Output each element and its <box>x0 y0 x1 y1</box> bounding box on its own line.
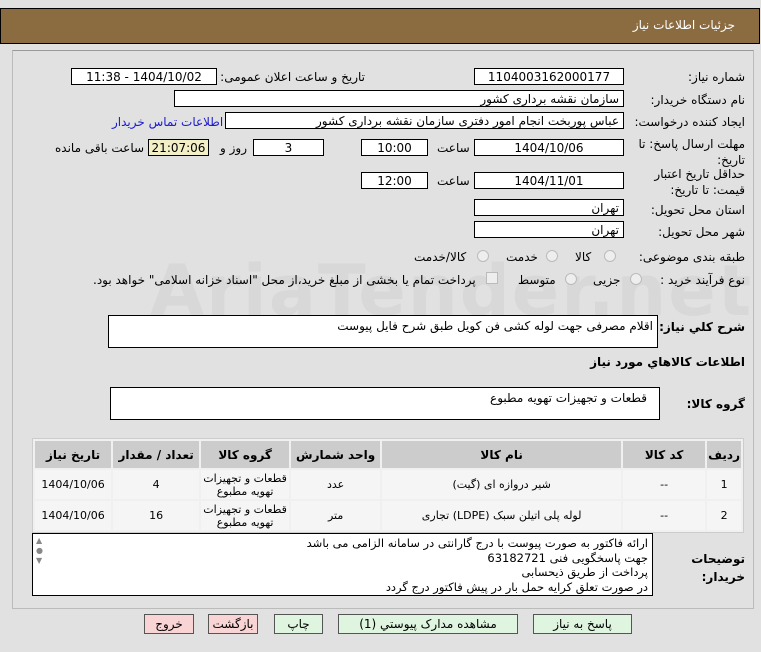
radio-jozi[interactable] <box>630 273 642 285</box>
cell: -- <box>623 501 706 530</box>
radio-khedmat-label: خدمت <box>506 250 538 264</box>
table-row: 1 -- شیر دروازه ای (گیت) عدد قطعات و تجهیزات… <box>35 470 741 499</box>
radio-khedmat[interactable] <box>546 250 558 262</box>
radio-kala-khedmat-label: کالا/خدمت <box>414 250 467 264</box>
province-field: تهران <box>474 199 624 216</box>
cell: 1404/10/06 <box>35 501 112 530</box>
contact-buyer-link[interactable]: اطلاعات تماس خریدار <box>112 115 223 129</box>
col-header: گروه کالا <box>201 441 290 468</box>
days-label: روز و <box>220 141 247 155</box>
description-label: شرح کلي نياز: <box>659 320 745 334</box>
buyer-org-label: نام دستگاه خریدار: <box>650 93 746 107</box>
province-label: استان محل تحویل: <box>650 203 745 217</box>
table-row: 2 -- لوله پلی اتیلن سبک (LDPE) تجاری متر قطع… <box>35 501 741 530</box>
cell: -- <box>623 470 706 499</box>
validity-label: حداقل تاریخ اعتبار قیمت: تا تاریخ: <box>654 167 745 197</box>
cell: 1404/10/06 <box>35 470 112 499</box>
description-textarea[interactable]: اقلام مصرفی جهت لوله کشی فن کویل طبق شرح… <box>108 315 658 348</box>
announce-label: تاریخ و ساعت اعلان عمومی: <box>220 70 365 84</box>
deadline-time-label: ساعت <box>437 141 470 155</box>
radio-jozi-label: جزیی <box>593 273 621 287</box>
col-header: تاریخ نیاز <box>35 441 112 468</box>
note-line: در صورت تعلق کرایه حمل بار در پیش فاکتور… <box>385 579 648 594</box>
table-header-row: ردیف کد کالا نام کالا واحد شمارش گروه کا… <box>35 441 741 468</box>
note-line: ارائه فاکتور به صورت پیوست با درج گارانت… <box>306 536 648 550</box>
exit-button[interactable]: خروج <box>144 614 194 634</box>
cell: 1 <box>707 470 741 499</box>
col-header: واحد شمارش <box>291 441 381 468</box>
city-label: شهر محل تحویل: <box>658 225 745 239</box>
process-label: نوع فرآیند خرید : <box>660 273 745 287</box>
note-line: جهت پاسخگویی فنی 63182721 <box>487 550 648 565</box>
days-field: 3 <box>253 139 324 156</box>
validity-date-field: 1404/11/01 <box>474 172 624 189</box>
col-header: تعداد / مقدار <box>113 441 200 468</box>
cell: 16 <box>113 501 200 530</box>
deadline-label: مهلت ارسال پاسخ: تا تاریخ: <box>638 137 745 167</box>
note-line: پرداخت از طریق ذیحسابی <box>521 565 648 579</box>
remaining-label: ساعت باقی مانده <box>55 141 145 155</box>
deadline-date-field: 1404/10/06 <box>474 139 624 156</box>
page-title: جزئیات اطلاعات نیاز <box>632 18 735 32</box>
treasury-checkbox[interactable] <box>486 272 498 284</box>
view-attachments-button[interactable]: مشاهده مدارک پیوستي (1) <box>338 614 518 634</box>
city-field: تهران <box>474 221 624 238</box>
page-header: جزئیات اطلاعات نیاز <box>0 8 760 44</box>
buyer-notes-textarea[interactable]: ارائه فاکتور به صورت پیوست با درج گارانت… <box>32 533 653 596</box>
cell: شیر دروازه ای (گیت) <box>382 470 622 499</box>
remaining-time-field: 21:07:06 <box>148 139 209 156</box>
goods-table: ردیف کد کالا نام کالا واحد شمارش گروه کا… <box>32 438 744 533</box>
cell: متر <box>291 501 381 530</box>
need-number-field: 1104003162000177 <box>474 68 624 85</box>
buyer-notes-label: توضیحات خریدار: <box>691 552 745 584</box>
deadline-time-field: 10:00 <box>361 139 428 156</box>
print-button[interactable]: چاپ <box>274 614 323 634</box>
reply-button[interactable]: پاسخ به نیاز <box>533 614 632 634</box>
category-label: طبقه بندی موضوعی: <box>638 250 745 264</box>
goods-info-title: اطلاعات کالاهاي مورد نياز <box>590 355 745 369</box>
validity-time-label: ساعت <box>437 174 470 188</box>
buyer-org-field: سازمان نقشه برداری کشور <box>174 90 624 107</box>
goods-group-textarea[interactable]: قطعات و تجهیزات تهویه مطبوع <box>110 387 660 420</box>
scrollbar[interactable]: ▲ ● ▼ <box>36 536 43 566</box>
radio-motavaset[interactable] <box>565 273 577 285</box>
radio-motavaset-label: متوسط <box>518 273 556 287</box>
goods-group-label: گروه کالا: <box>686 397 745 411</box>
cell: 4 <box>113 470 200 499</box>
need-number-label: شماره نیاز: <box>688 70 745 84</box>
cell: قطعات و تجهیزات تهویه مطبوع <box>201 470 290 499</box>
col-header: کد کالا <box>623 441 706 468</box>
cell: عدد <box>291 470 381 499</box>
col-header: نام کالا <box>382 441 622 468</box>
cell: لوله پلی اتیلن سبک (LDPE) تجاری <box>382 501 622 530</box>
validity-time-field: 12:00 <box>361 172 428 189</box>
announce-field: 1404/10/02 - 11:38 <box>71 68 217 85</box>
col-header: ردیف <box>707 441 741 468</box>
radio-kala-khedmat[interactable] <box>477 250 489 262</box>
cell: 2 <box>707 501 741 530</box>
payment-note: پرداخت تمام یا بخشی از مبلغ خرید،از محل … <box>93 273 476 287</box>
back-button[interactable]: بازگشت <box>208 614 258 634</box>
creator-field: عباس پوربخت انجام امور دفتری سازمان نقشه… <box>225 112 624 129</box>
creator-label: ایجاد کننده درخواست: <box>634 115 745 129</box>
radio-kala-label: کالا <box>575 250 592 264</box>
radio-kala[interactable] <box>604 250 616 262</box>
cell: قطعات و تجهیزات تهویه مطبوع <box>201 501 290 530</box>
